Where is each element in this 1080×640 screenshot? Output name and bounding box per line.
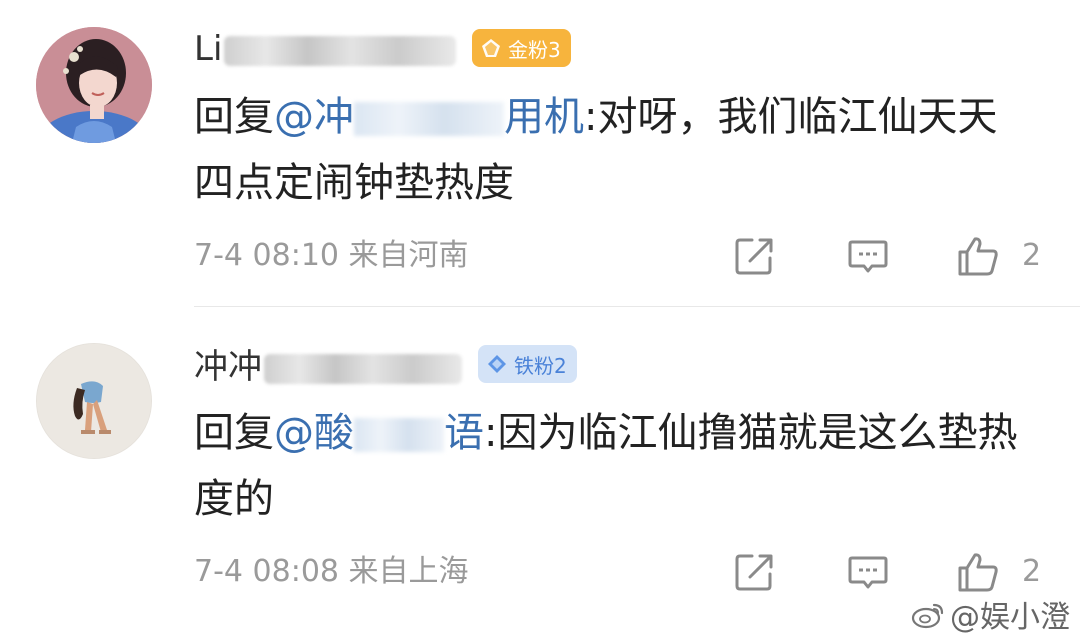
avatar[interactable] xyxy=(36,27,152,143)
mention-start: @酸 xyxy=(274,410,354,456)
reply-prefix: 回复 xyxy=(194,410,274,456)
mention-link[interactable]: @冲 用机 xyxy=(274,94,584,140)
comment-icon[interactable] xyxy=(846,234,890,278)
fan-level-badge[interactable]: 金粉3 xyxy=(472,29,571,67)
redacted-mention-blur xyxy=(354,102,504,136)
thumbs-up-icon[interactable] xyxy=(956,234,1000,278)
avatar[interactable] xyxy=(36,343,152,459)
comment-thread: Li 金粉3 回复@冲 用机:对呀，我们临江仙天天四点定闹钟垫热度 7-4 08:… xyxy=(0,0,1080,640)
watermark-text: @娱小澄 xyxy=(950,600,1070,635)
redacted-username-blur xyxy=(264,353,462,384)
mention-end: 语 xyxy=(444,410,484,456)
mention-end: 用机 xyxy=(504,94,584,140)
share-icon[interactable] xyxy=(732,550,776,594)
like-count: 2 xyxy=(1022,554,1042,589)
comment-time: 7-4 08:08 xyxy=(194,554,339,589)
badge-label: 金粉3 xyxy=(508,37,561,62)
watermark: @娱小澄 xyxy=(910,594,1070,635)
comment-body: 回复@冲 用机:对呀，我们临江仙天天四点定闹钟垫热度 xyxy=(194,84,1034,216)
comment-meta: 7-4 08:10 来自河南 xyxy=(194,236,469,276)
username-text: Li xyxy=(194,29,223,69)
thumbs-up-icon[interactable] xyxy=(956,550,1000,594)
weibo-icon xyxy=(911,603,944,629)
reply-prefix: 回复 xyxy=(194,94,274,140)
mention-link[interactable]: @酸 语 xyxy=(274,410,484,456)
fan-level-badge[interactable]: 铁粉2 xyxy=(478,345,577,383)
comment-body: 回复@酸 语:因为临江仙撸猫就是这么垫热度的 xyxy=(194,400,1034,532)
username[interactable]: 冲冲 xyxy=(194,344,462,390)
comment-item: Li 金粉3 回复@冲 用机:对呀，我们临江仙天天四点定闹钟垫热度 7-4 08:… xyxy=(0,0,1080,308)
share-icon[interactable] xyxy=(732,234,776,278)
like-count: 2 xyxy=(1022,238,1042,273)
diamond-icon xyxy=(488,355,506,373)
mention-start: @冲 xyxy=(274,94,354,140)
redacted-username-blur xyxy=(224,35,457,66)
comment-location: 来自河南 xyxy=(348,238,469,273)
redacted-mention-blur xyxy=(354,418,444,452)
badge-label: 铁粉2 xyxy=(514,353,567,378)
comment-meta: 7-4 08:08 来自上海 xyxy=(194,552,469,592)
username[interactable]: Li xyxy=(194,26,457,72)
comment-item: 冲冲 铁粉2 回复@酸 语:因为临江仙撸猫就是这么垫热度的 7-4 08:08 来… xyxy=(0,308,1080,640)
username-text: 冲冲 xyxy=(194,347,262,387)
gold-gem-icon xyxy=(482,39,500,57)
comment-time: 7-4 08:10 xyxy=(194,238,339,273)
comment-divider xyxy=(194,306,1080,307)
comment-icon[interactable] xyxy=(846,550,890,594)
comment-location: 来自上海 xyxy=(348,554,469,589)
